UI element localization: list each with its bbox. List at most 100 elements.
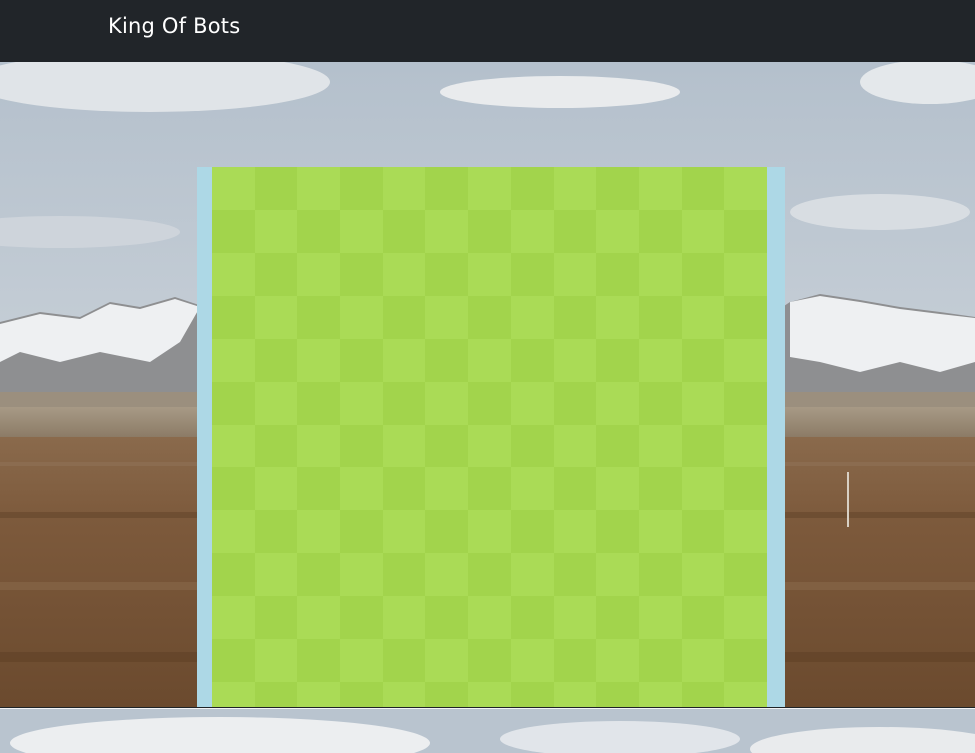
board-cell[interactable] (212, 338, 255, 382)
board-cell[interactable] (425, 167, 469, 210)
board-cell[interactable] (638, 295, 682, 339)
board-cell[interactable] (212, 424, 255, 468)
board-cell[interactable] (340, 467, 384, 511)
board-cell[interactable] (596, 167, 640, 210)
board-cell[interactable] (425, 682, 469, 707)
board-cell[interactable] (212, 596, 255, 640)
board-cell[interactable] (510, 338, 554, 382)
board-cell[interactable] (638, 381, 682, 425)
board-cell[interactable] (553, 167, 597, 210)
board-cell[interactable] (297, 553, 341, 597)
board-cell[interactable] (382, 252, 426, 296)
board-cell[interactable] (468, 424, 512, 468)
board-cell[interactable] (510, 467, 554, 511)
board-cell[interactable] (382, 553, 426, 597)
board-cell[interactable] (297, 467, 341, 511)
board-cell[interactable] (468, 639, 512, 683)
board-cell[interactable] (681, 553, 725, 597)
board-cell[interactable] (425, 252, 469, 296)
board-cell[interactable] (297, 338, 341, 382)
board-cell[interactable] (510, 553, 554, 597)
board-cell[interactable] (638, 252, 682, 296)
board-cell[interactable] (212, 510, 255, 554)
board-cell[interactable] (638, 596, 682, 640)
board-cell[interactable] (212, 295, 255, 339)
board-cell[interactable] (724, 639, 768, 683)
board-cell[interactable] (681, 424, 725, 468)
board-cell[interactable] (681, 295, 725, 339)
board-cell[interactable] (724, 553, 768, 597)
board-cell[interactable] (596, 209, 640, 253)
board-cell[interactable] (382, 381, 426, 425)
board-cell[interactable] (297, 639, 341, 683)
board-cell[interactable] (212, 381, 255, 425)
board-cell[interactable] (382, 295, 426, 339)
board-cell[interactable] (468, 381, 512, 425)
board-cell[interactable] (553, 381, 597, 425)
board-cell[interactable] (340, 381, 384, 425)
board-cell[interactable] (382, 424, 426, 468)
board-cell[interactable] (724, 424, 768, 468)
board-cell[interactable] (681, 209, 725, 253)
board-cell[interactable] (468, 295, 512, 339)
board-cell[interactable] (553, 510, 597, 554)
board-cell[interactable] (425, 338, 469, 382)
board-cell[interactable] (340, 167, 384, 210)
board-cell[interactable] (425, 510, 469, 554)
board-cell[interactable] (297, 381, 341, 425)
board-cell[interactable] (681, 596, 725, 640)
board-cell[interactable] (468, 467, 512, 511)
board-cell[interactable] (681, 467, 725, 511)
board-cell[interactable] (510, 639, 554, 683)
board-cell[interactable] (724, 510, 768, 554)
board-cell[interactable] (212, 553, 255, 597)
board-cell[interactable] (212, 209, 255, 253)
board-cell[interactable] (425, 596, 469, 640)
board-cell[interactable] (425, 424, 469, 468)
board-cell[interactable] (382, 639, 426, 683)
board-cell[interactable] (553, 424, 597, 468)
board-cell[interactable] (468, 167, 512, 210)
board-cell[interactable] (468, 553, 512, 597)
board-cell[interactable] (340, 596, 384, 640)
board-cell[interactable] (254, 682, 298, 707)
board-cell[interactable] (340, 252, 384, 296)
board-cell[interactable] (297, 596, 341, 640)
board-cell[interactable] (340, 295, 384, 339)
board-cell[interactable] (681, 510, 725, 554)
board-cell[interactable] (681, 167, 725, 210)
board-cell[interactable] (638, 424, 682, 468)
board-cell[interactable] (638, 467, 682, 511)
board-cell[interactable] (297, 682, 341, 707)
board-cell[interactable] (425, 553, 469, 597)
board-cell[interactable] (382, 338, 426, 382)
board-cell[interactable] (553, 467, 597, 511)
board-cell[interactable] (553, 209, 597, 253)
board-cell[interactable] (254, 252, 298, 296)
board-cell[interactable] (596, 424, 640, 468)
board-cell[interactable] (297, 209, 341, 253)
board-cell[interactable] (425, 639, 469, 683)
board-cell[interactable] (425, 209, 469, 253)
brand-link[interactable]: King Of Bots (108, 14, 240, 38)
board-cell[interactable] (254, 295, 298, 339)
board-cell[interactable] (425, 295, 469, 339)
board-cell[interactable] (254, 596, 298, 640)
board-cell[interactable] (212, 467, 255, 511)
board-cell[interactable] (724, 682, 768, 707)
game-board-grid[interactable] (212, 167, 768, 707)
board-cell[interactable] (297, 252, 341, 296)
board-cell[interactable] (254, 167, 298, 210)
board-cell[interactable] (553, 639, 597, 683)
board-cell[interactable] (724, 381, 768, 425)
board-cell[interactable] (468, 338, 512, 382)
board-cell[interactable] (596, 596, 640, 640)
board-cell[interactable] (468, 209, 512, 253)
board-cell[interactable] (681, 338, 725, 382)
board-cell[interactable] (340, 209, 384, 253)
board-cell[interactable] (596, 338, 640, 382)
board-cell[interactable] (510, 424, 554, 468)
board-cell[interactable] (724, 338, 768, 382)
board-cell[interactable] (553, 682, 597, 707)
board-cell[interactable] (510, 295, 554, 339)
